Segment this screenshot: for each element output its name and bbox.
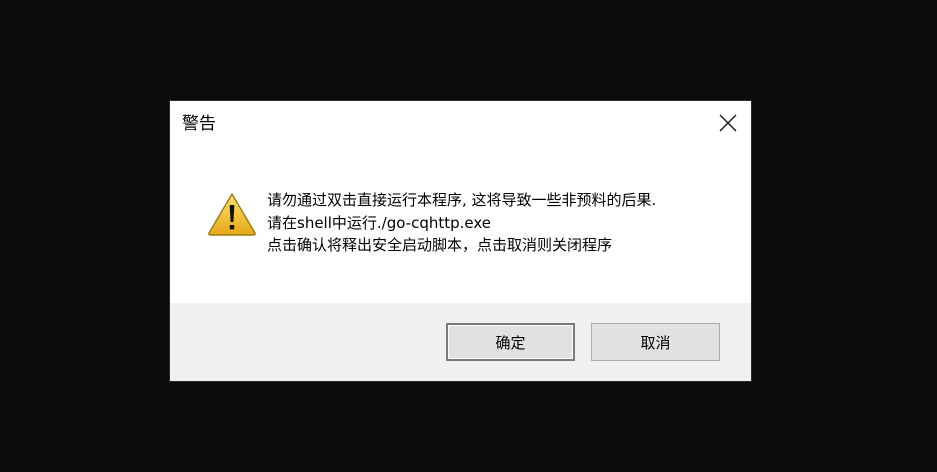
dialog-content: 请勿通过双击直接运行本程序, 这将导致一些非预料的后果. 请在shell中运行.…: [170, 145, 751, 303]
close-icon: [719, 114, 737, 132]
cancel-button[interactable]: 取消: [591, 323, 720, 361]
warning-triangle-icon: [208, 193, 256, 236]
dialog-footer: 确定 取消: [170, 303, 751, 381]
dialog-message: 请勿通过双击直接运行本程序, 这将导致一些非预料的后果. 请在shell中运行.…: [267, 189, 656, 257]
dialog-title: 警告: [182, 114, 216, 134]
message-line: 请勿通过双击直接运行本程序, 这将导致一些非预料的后果.: [267, 191, 657, 209]
screen-backdrop: 警告 请勿通过双击直接运行本程序, 这将导致一些非预料的后果. 请在shell中…: [0, 0, 937, 472]
message-line: 点击确认将释出安全启动脚本，点击取消则关闭程序: [267, 236, 613, 254]
warning-dialog: 警告 请勿通过双击直接运行本程序, 这将导致一些非预料的后果. 请在shell中…: [170, 101, 751, 381]
close-button[interactable]: [705, 101, 751, 145]
dialog-titlebar[interactable]: 警告: [170, 101, 751, 145]
message-line: 请在shell中运行./go-cqhttp.exe: [267, 213, 492, 232]
ok-button[interactable]: 确定: [446, 323, 575, 361]
